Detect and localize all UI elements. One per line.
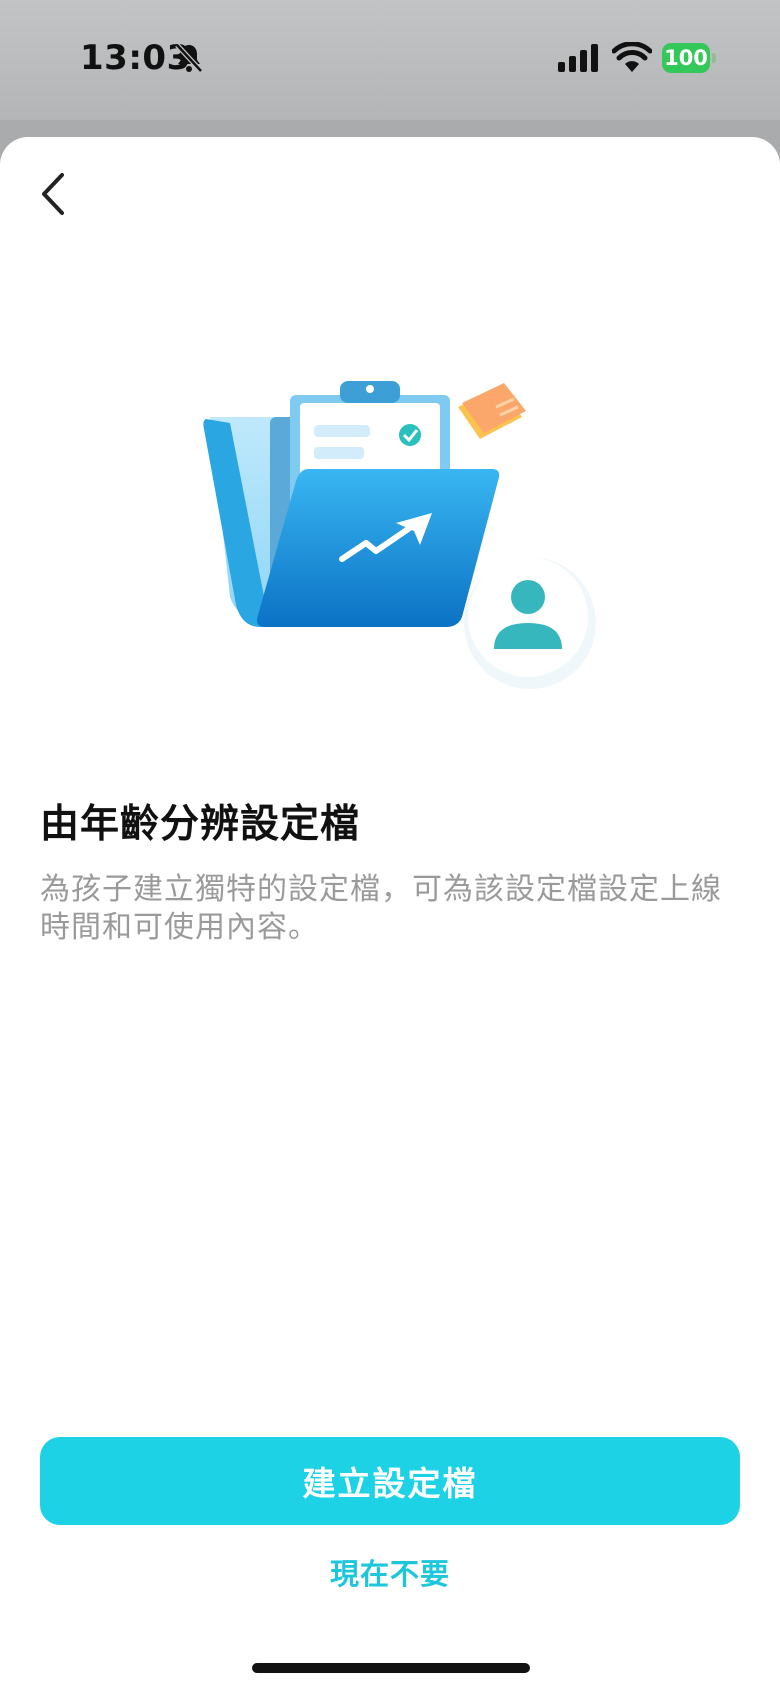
page-description: 為孩子建立獨特的設定檔，可為該設定檔設定上線時間和可使用內容。 <box>40 872 722 945</box>
not-now-button[interactable]: 現在不要 <box>290 1549 490 1599</box>
battery-cap <box>712 53 716 63</box>
signal-icon <box>558 44 598 72</box>
page-title: 由年齡分辨設定檔 <box>40 802 361 847</box>
home-indicator[interactable] <box>252 1663 530 1673</box>
profile-folder-illustration <box>203 381 596 689</box>
profile-sheet: 由年齡分辨設定檔 為孩子建立獨特的設定檔，可為該設定檔設定上線時間和可使用內容。… <box>0 137 780 1691</box>
status-bar: 13:03 100 <box>0 0 780 120</box>
wifi-icon <box>612 42 652 72</box>
chevron-left-icon[interactable] <box>34 167 74 221</box>
battery-icon: 100 <box>662 43 710 73</box>
create-profile-button[interactable]: 建立設定檔 <box>40 1437 740 1525</box>
bell-slash-icon <box>175 43 203 73</box>
